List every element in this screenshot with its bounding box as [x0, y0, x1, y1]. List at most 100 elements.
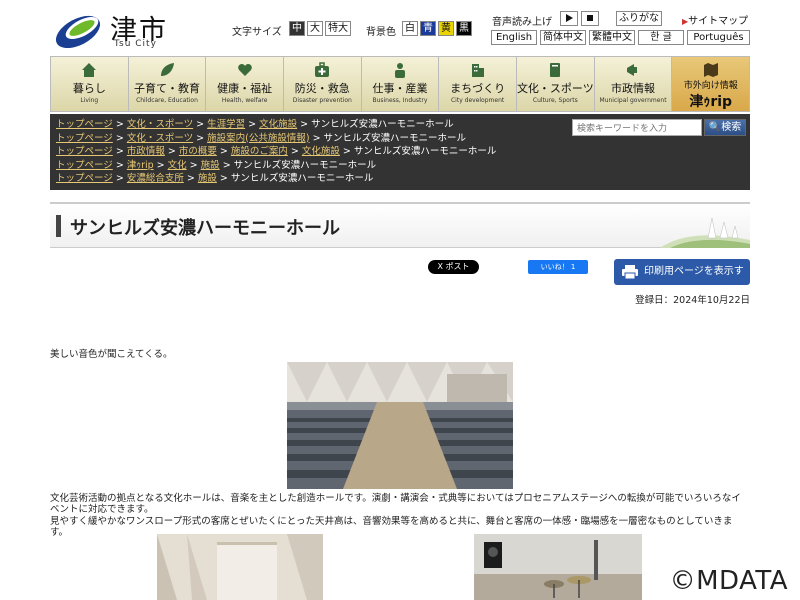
- search-input[interactable]: [572, 119, 702, 136]
- nav-label: 子育て・教育: [133, 82, 200, 95]
- page-title: サンヒルズ安濃ハーモニーホール: [70, 218, 340, 239]
- search-button-label: 検索: [721, 122, 742, 133]
- breadcrumb-current: サンヒルズ安濃ハーモニーホール: [233, 159, 377, 171]
- nav-item-city-development[interactable]: まちづくり City development: [438, 56, 516, 112]
- breadcrumb-link[interactable]: 施設のご案内: [231, 146, 288, 157]
- hall-seating-photo: [287, 362, 513, 489]
- breadcrumb-link[interactable]: 文化施設: [302, 146, 340, 157]
- nav-item-tsu-trip[interactable]: 市外向け情報 津ｩrip: [671, 56, 751, 112]
- lang-portuguese-button[interactable]: Português: [687, 30, 750, 45]
- background-color-label: 背景色: [366, 27, 396, 38]
- book-icon: [550, 63, 561, 77]
- description-paragraph: 文化芸術活動の拠点となる文化ホールは、音楽を主とした創造ホールです。演劇・講演会…: [50, 493, 741, 515]
- breadcrumb-link[interactable]: トップページ: [56, 146, 113, 157]
- breadcrumb-link[interactable]: トップページ: [56, 173, 113, 184]
- breadcrumb-current: サンヒルズ安濃ハーモニーホール: [323, 132, 467, 144]
- breadcrumb-link[interactable]: 施設: [198, 173, 217, 184]
- page-title-bar: サンヒルズ安濃ハーモニーホール: [50, 202, 750, 248]
- heart-icon: [237, 64, 252, 76]
- nav-item-childcare[interactable]: 子育て・教育 Childcare, Education: [127, 56, 206, 112]
- print-page-button[interactable]: 印刷用ページを表示する: [614, 259, 750, 303]
- lang-english-button[interactable]: English: [491, 30, 537, 45]
- nav-sublabel: Municipal government: [599, 97, 667, 104]
- breadcrumb: トップページ > 津ｩrip > 文化 > 施設 > サンヒルズ安濃ハーモニーホ…: [56, 159, 377, 171]
- registration-date: 登録日：2024年10月22日: [635, 295, 750, 306]
- lang-korean-button[interactable]: 한 글: [638, 30, 684, 45]
- lang-traditional-chinese-button[interactable]: 繁體中文: [589, 30, 635, 45]
- breadcrumb-link[interactable]: 文化・スポーツ: [127, 133, 193, 144]
- map-icon: [703, 63, 718, 77]
- breadcrumb-link[interactable]: 施設: [201, 160, 220, 171]
- nav-item-business[interactable]: 仕事・産業 Business, Industry: [360, 56, 439, 112]
- bg-yellow-button[interactable]: 黄: [438, 21, 454, 36]
- site-logo[interactable]: 津市 Tsu City: [52, 8, 177, 50]
- intro-text: 美しい音色が聞こえてくる。: [50, 349, 173, 360]
- play-icon: [566, 14, 573, 22]
- breadcrumb-link[interactable]: トップページ: [56, 119, 113, 130]
- nav-item-municipal[interactable]: 市政情報 Municipal government: [593, 56, 672, 112]
- nav-label: 市政情報: [611, 82, 656, 95]
- leaf-icon: [160, 63, 174, 76]
- nav-item-living[interactable]: 暮らし Living: [50, 56, 128, 112]
- description-paragraph: 見やすく緩やかなワンスロープ形式の客席とぜいたくにとった天井高は、音響効果等を高…: [50, 516, 733, 538]
- breadcrumb-link[interactable]: トップページ: [56, 160, 113, 171]
- breadcrumb-link[interactable]: 津ｩrip: [127, 160, 154, 171]
- title-accent-bar: [56, 215, 61, 237]
- logo-text-en: Tsu City: [114, 39, 157, 49]
- nav-item-culture-sports[interactable]: 文化・スポーツ Culture, Sports: [515, 56, 594, 112]
- breadcrumb: トップページ > 安濃総合支所 > 施設 > サンヒルズ安濃ハーモニーホール: [56, 173, 374, 184]
- bg-black-button[interactable]: 黒: [456, 21, 472, 36]
- nav-sublabel: Childcare, Education: [136, 97, 198, 104]
- nav-item-health[interactable]: 健康・福祉 Health, welfare: [205, 56, 283, 112]
- search-button[interactable]: 🔍検索: [704, 119, 746, 136]
- nav-sublabel: Living: [80, 97, 99, 104]
- nav-sublabel: 津ｩrip: [689, 94, 733, 110]
- breadcrumb-current: サンヒルズ安濃ハーモニーホール: [353, 146, 497, 157]
- nav-label: まちづくり: [450, 82, 506, 95]
- breadcrumb-link[interactable]: 市の概要: [179, 146, 217, 157]
- rehearsal-room-photo: [474, 534, 642, 600]
- nav-label: 防災・救急: [294, 82, 350, 95]
- breadcrumb: トップページ > 市政情報 > 市の概要 > 施設のご案内 > 文化施設 > サ…: [56, 146, 497, 157]
- x-post-button[interactable]: X ポスト: [428, 260, 479, 274]
- sitemap-link[interactable]: ▶サイトマップ: [682, 12, 748, 27]
- bg-white-button[interactable]: 白: [402, 21, 418, 36]
- nav-label: 文化・スポーツ: [516, 82, 594, 95]
- breadcrumb-link[interactable]: 生涯学習: [207, 119, 245, 130]
- play-button[interactable]: [560, 11, 578, 26]
- hall-stage-photo: [157, 534, 323, 600]
- breadcrumb-link[interactable]: 市政情報: [127, 146, 165, 157]
- tsu-city-logo-icon: [55, 15, 101, 48]
- breadcrumb-link[interactable]: 施設案内(公共施設情報): [207, 133, 309, 144]
- bg-blue-button[interactable]: 青: [420, 21, 436, 36]
- nav-label: 仕事・産業: [372, 82, 428, 95]
- breadcrumb-panel: トップページ > 文化・スポーツ > 生涯学習 > 文化施設 > サンヒルズ安濃…: [50, 114, 750, 190]
- breadcrumb-link[interactable]: 文化: [168, 160, 187, 171]
- stop-button[interactable]: [581, 11, 599, 26]
- font-size-label: 文字サイズ: [232, 27, 282, 38]
- breadcrumb-current: サンヒルズ安濃ハーモニーホール: [230, 173, 374, 184]
- stop-icon: [587, 15, 593, 21]
- nav-sublabel: Business, Industry: [372, 97, 428, 104]
- nav-sublabel: Health, welfare: [221, 97, 268, 104]
- nav-sublabel: Disaster prevention: [292, 97, 352, 104]
- facebook-like-button[interactable]: いいね！ 1: [528, 260, 588, 274]
- nav-label: 市外向け情報: [683, 81, 738, 91]
- breadcrumb-link[interactable]: 安濃総合支所: [127, 173, 184, 184]
- breadcrumb-link[interactable]: トップページ: [56, 133, 113, 144]
- font-size-large-button[interactable]: 大: [307, 21, 323, 36]
- first-aid-icon: [315, 62, 330, 77]
- breadcrumb-current: サンヒルズ安濃ハーモニーホール: [311, 119, 454, 130]
- furigana-button[interactable]: ふりがな: [616, 11, 662, 26]
- nav-sublabel: Culture, Sports: [532, 97, 578, 104]
- nav-label: 暮らし: [72, 82, 106, 95]
- breadcrumb-link[interactable]: 文化・スポーツ: [127, 119, 193, 130]
- megaphone-icon: [627, 64, 638, 76]
- global-nav: 暮らし Living 子育て・教育 Childcare, Education 健…: [50, 56, 751, 112]
- lang-simplified-chinese-button[interactable]: 简体中文: [540, 30, 586, 45]
- breadcrumb-link[interactable]: 文化施設: [259, 119, 297, 130]
- font-size-medium-button[interactable]: 中: [289, 21, 305, 36]
- voice-readout-label: 音声読み上げ: [492, 17, 552, 28]
- font-size-xlarge-button[interactable]: 特大: [325, 21, 351, 36]
- nav-item-disaster[interactable]: 防災・救急 Disaster prevention: [282, 56, 361, 112]
